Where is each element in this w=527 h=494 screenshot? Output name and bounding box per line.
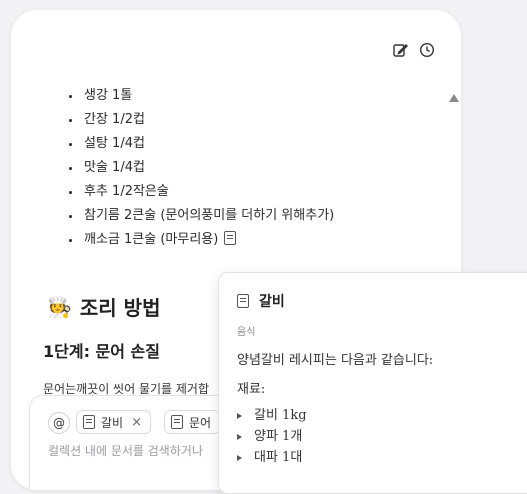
ingredient-text: 참기름 2큰술 (문어의풍미를 더하기 위해추가) (84, 208, 335, 223)
list-item: 설탕 1/4컵 (82, 132, 334, 156)
ingredient-text: 깨소금 1큰술 (마무리용) (84, 232, 219, 247)
list-item: 참기름 2큰술 (문어의풍미를 더하기 위해추가) (82, 204, 334, 228)
list-item: 생강 1톨 (82, 84, 334, 108)
popup-item-text: 대파 1대 (254, 450, 303, 465)
edit-icon[interactable] (391, 41, 409, 59)
bullet-icon (237, 433, 242, 440)
document-link-icon[interactable] (224, 231, 237, 245)
popup-item-text: 갈비 1kg (254, 408, 307, 423)
close-icon[interactable]: × (131, 415, 142, 430)
popup-ingredient-list: 갈비 1kg 양파 1개 대파 1대 (237, 405, 307, 468)
step-heading: 1단계: 문어 손질 (43, 342, 160, 361)
popup-heading[interactable]: 갈비 (237, 291, 285, 311)
list-item: 대파 1대 (237, 447, 307, 468)
document-icon (83, 415, 95, 429)
popup-description: 양념갈비 레시피는 다음과 같습니다: (237, 353, 434, 368)
ingredient-text: 간장 1/2컵 (84, 112, 145, 127)
popup-title: 갈비 (259, 294, 285, 310)
list-item: 후추 1/2작은술 (82, 180, 334, 204)
popup-ingredients-label: 재료: (237, 382, 266, 397)
list-item: 갈비 1kg (237, 405, 307, 426)
document-preview-popup: 갈비 음식 양념갈비 레시피는 다음과 같습니다: 재료: 갈비 1kg 양파 … (218, 272, 527, 494)
chef-emoji-icon: 🧑‍🍳 (47, 294, 72, 319)
clock-icon[interactable] (418, 41, 436, 59)
list-item: 간장 1/2컵 (82, 108, 334, 132)
list-item: 양파 1개 (237, 426, 307, 447)
section-heading: 🧑‍🍳 조리 방법 (47, 292, 160, 321)
ingredient-text: 설탕 1/4컵 (84, 136, 145, 151)
popup-item-text: 양파 1개 (254, 429, 303, 444)
document-icon (171, 415, 183, 429)
section-title: 조리 방법 (79, 296, 161, 320)
ingredient-list: 생강 1톨 간장 1/2컵 설탕 1/4컵 맛술 1/4컵 후추 1/2작은술 … (62, 84, 334, 252)
list-item: 맛술 1/4컵 (82, 156, 334, 180)
document-icon (237, 294, 249, 308)
scroll-up-arrow-icon[interactable] (448, 93, 460, 103)
ingredient-text: 후추 1/2작은술 (84, 184, 169, 199)
chip-galbi[interactable]: 갈비 × (76, 410, 151, 434)
bullet-icon (237, 412, 242, 419)
chip-label: 문어 (189, 415, 212, 430)
document-search-input[interactable]: 컬렉션 내에 문서를 검색하거나 (48, 442, 203, 459)
ingredient-text: 맛술 1/4컵 (84, 160, 145, 175)
chip-octopus[interactable]: 문어 (164, 410, 221, 434)
list-item: 깨소금 1큰술 (마무리용) (82, 228, 334, 252)
bullet-icon (237, 454, 242, 461)
chip-label: 갈비 (101, 415, 124, 430)
popup-category: 음식 (237, 327, 256, 338)
mention-button[interactable]: @ (48, 412, 70, 434)
ingredient-text: 생강 1톨 (84, 88, 133, 103)
